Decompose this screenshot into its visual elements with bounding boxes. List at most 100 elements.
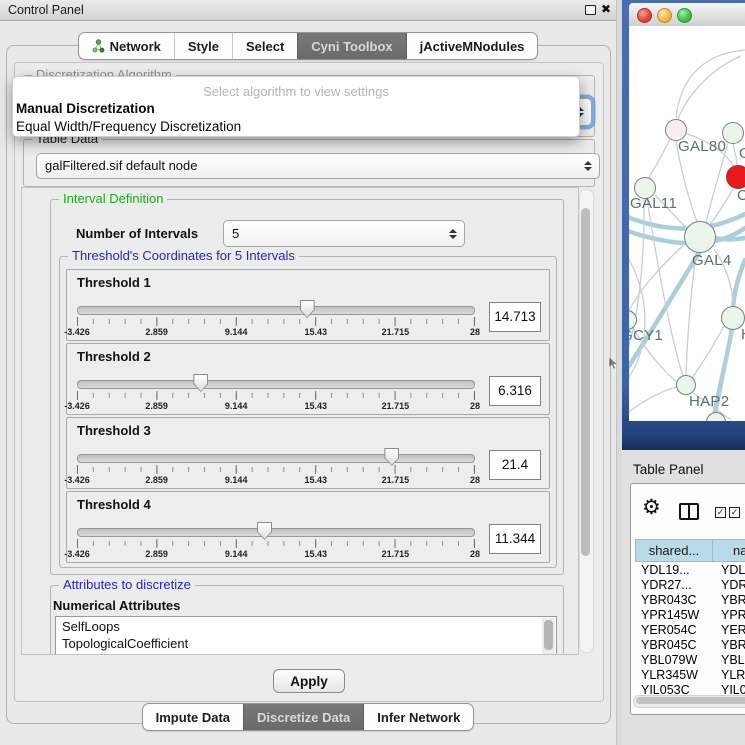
slider-thumb[interactable] [300,300,315,318]
slider-thumb[interactable] [193,374,208,392]
tab-cyni-toolbox[interactable]: Cyni Toolbox [297,33,405,59]
tick-label: 21.715 [382,549,410,559]
slider-ticks [77,391,475,400]
table-panel-section: Table Panel ⚙ shared... na YDL19...YDL1Y… [622,450,745,745]
cell-shared-name: YPR145W [635,608,713,623]
dropdown-options: Manual DiscretizationEqual Width/Frequen… [13,100,579,136]
slider-thumb[interactable] [257,522,272,540]
tick-label: 15.43 [305,327,328,337]
threshold-value-field[interactable]: 11.344 [489,524,541,554]
column-header-shared-name[interactable]: shared... [635,539,713,562]
cell-shared-name: YBR043C [635,593,713,608]
slider-track[interactable] [77,454,475,463]
slider-track[interactable] [77,306,475,315]
network-node[interactable] [676,375,696,395]
tab-jactivemnodules[interactable]: jActiveMNodules [406,33,538,59]
list-scrollbar-thumb[interactable] [544,620,553,650]
numerical-attributes-label: Numerical Attributes [53,598,180,613]
cell-name: YDR2 [713,578,745,593]
list-scrollbar[interactable] [542,618,555,655]
zoom-traffic-light[interactable] [677,8,692,23]
threshold-slider[interactable]: -3.4262.8599.14415.4321.71528 [77,522,475,560]
combo-arrows-icon[interactable] [584,161,592,171]
apply-button[interactable]: Apply [273,669,345,693]
table-row[interactable]: YBR043CYBR0 [635,593,745,608]
network-node[interactable] [722,122,744,144]
settings-scrollbar-thumb[interactable] [581,208,590,556]
network-titlebar[interactable] [629,3,745,27]
table-hscrollbar[interactable] [633,695,745,708]
slider-track[interactable] [77,528,475,537]
split-view-icon[interactable] [679,503,699,520]
table-row[interactable]: YER054CYER0 [635,623,745,638]
cell-name: YBR0 [713,638,745,653]
tick-label: 21.715 [382,475,410,485]
table-row[interactable]: YBR045CYBR0 [635,638,745,653]
threshold-value-field[interactable]: 6.316 [489,376,541,406]
threshold-value-field[interactable]: 14.713 [489,302,541,332]
stepper-arrows-icon[interactable] [449,229,457,239]
group-title: Attributes to discretize [59,578,195,592]
numerical-attributes-list[interactable]: SelfLoopsTopologicalCoefficientBetweenne… [55,616,557,655]
column-header-name[interactable]: na [713,539,745,562]
threshold-slider[interactable]: -3.4262.8599.14415.4321.71528 [77,448,475,486]
slider-ticks [77,317,475,326]
network-node-label: C [737,187,745,204]
table-row[interactable]: YLR345WYLR3 [635,668,745,683]
tab-label: Cyni Toolbox [311,39,392,54]
slider-track[interactable] [77,380,475,389]
tab-style[interactable]: Style [174,33,232,59]
dropdown-option-equal-width-frequency-discretization[interactable]: Equal Width/Frequency Discretization [13,118,579,136]
attribute-item[interactable]: TopologicalCoefficient [56,636,542,653]
cell-shared-name: YDR27... [635,578,713,593]
mode-tab-discretize-data[interactable]: Discretize Data [243,704,363,730]
tick-label: 21.715 [382,327,410,337]
cell-name: YBL0 [713,653,745,668]
cell-name: YBR0 [713,593,745,608]
checkbox-icon[interactable] [715,507,726,518]
table-row[interactable]: YBL079WYBL0 [635,653,745,668]
checkbox-icon[interactable] [729,507,740,518]
gear-icon[interactable]: ⚙ [642,497,661,518]
dropdown-option-manual-discretization[interactable]: Manual Discretization [13,100,579,118]
tab-network[interactable]: Network [79,33,174,59]
close-icon[interactable]: ✖ [601,2,611,16]
tick-label: -3.426 [64,475,90,485]
threshold-value-field[interactable]: 21.4 [489,450,541,480]
num-intervals-label: Number of Intervals [76,226,198,241]
attribute-item[interactable]: BetweennessCentrality [56,652,542,655]
table-row[interactable]: YDR27...YDR2 [635,578,745,593]
network-canvas[interactable]: GAL80GACGAL11GAL4GCY1HHAP2 [629,26,745,421]
attributes-group: Attributes to discretize Numerical Attri… [50,585,564,655]
slider-thumb[interactable] [384,448,399,466]
tick-label: 2.859 [145,549,168,559]
tick-label: 9.144 [225,549,248,559]
threshold-slider[interactable]: -3.4262.8599.14415.4321.71528 [77,374,475,412]
control-panel-titlebar[interactable]: Control Panel ✖ [0,0,616,21]
close-traffic-light[interactable] [637,8,652,23]
num-intervals-spinner[interactable]: 5 [223,220,465,247]
mode-tab-impute-data[interactable]: Impute Data [143,704,243,730]
cell-shared-name: YER054C [635,623,713,638]
tab-select[interactable]: Select [232,33,297,59]
network-node[interactable] [726,165,745,189]
cell-name: YPR1 [713,608,745,623]
mouse-cursor [609,357,619,371]
float-window-icon[interactable] [585,5,596,15]
mode-tab-infer-network[interactable]: Infer Network [363,704,473,730]
minimize-traffic-light[interactable] [657,8,672,23]
network-node[interactable] [684,221,716,253]
attribute-item[interactable]: SelfLoops [56,619,542,636]
tick-label: 15.43 [305,475,328,485]
table-row[interactable]: YPR145WYPR1 [635,608,745,623]
table-row[interactable]: YDL19...YDL1 [635,563,745,578]
threshold-slider[interactable]: -3.4262.8599.14415.4321.71528 [77,300,475,338]
settings-scrollbar[interactable] [579,189,594,653]
cyni-toolbox-content: Discretization Algorithm Table Data galF… [14,62,604,702]
table-hscrollbar-thumb[interactable] [636,697,745,704]
tick-label: 21.715 [382,401,410,411]
threshold-panel: Threshold 4 -3.4262.8599.14415.4321.7152… [66,491,550,563]
mode-tab-label: Discretize Data [257,710,350,725]
threshold-panels: Threshold 1 -3.4262.8599.14415.4321.7152… [60,257,556,567]
table-data-combobox[interactable]: galFiltered.sif default node [36,153,600,179]
